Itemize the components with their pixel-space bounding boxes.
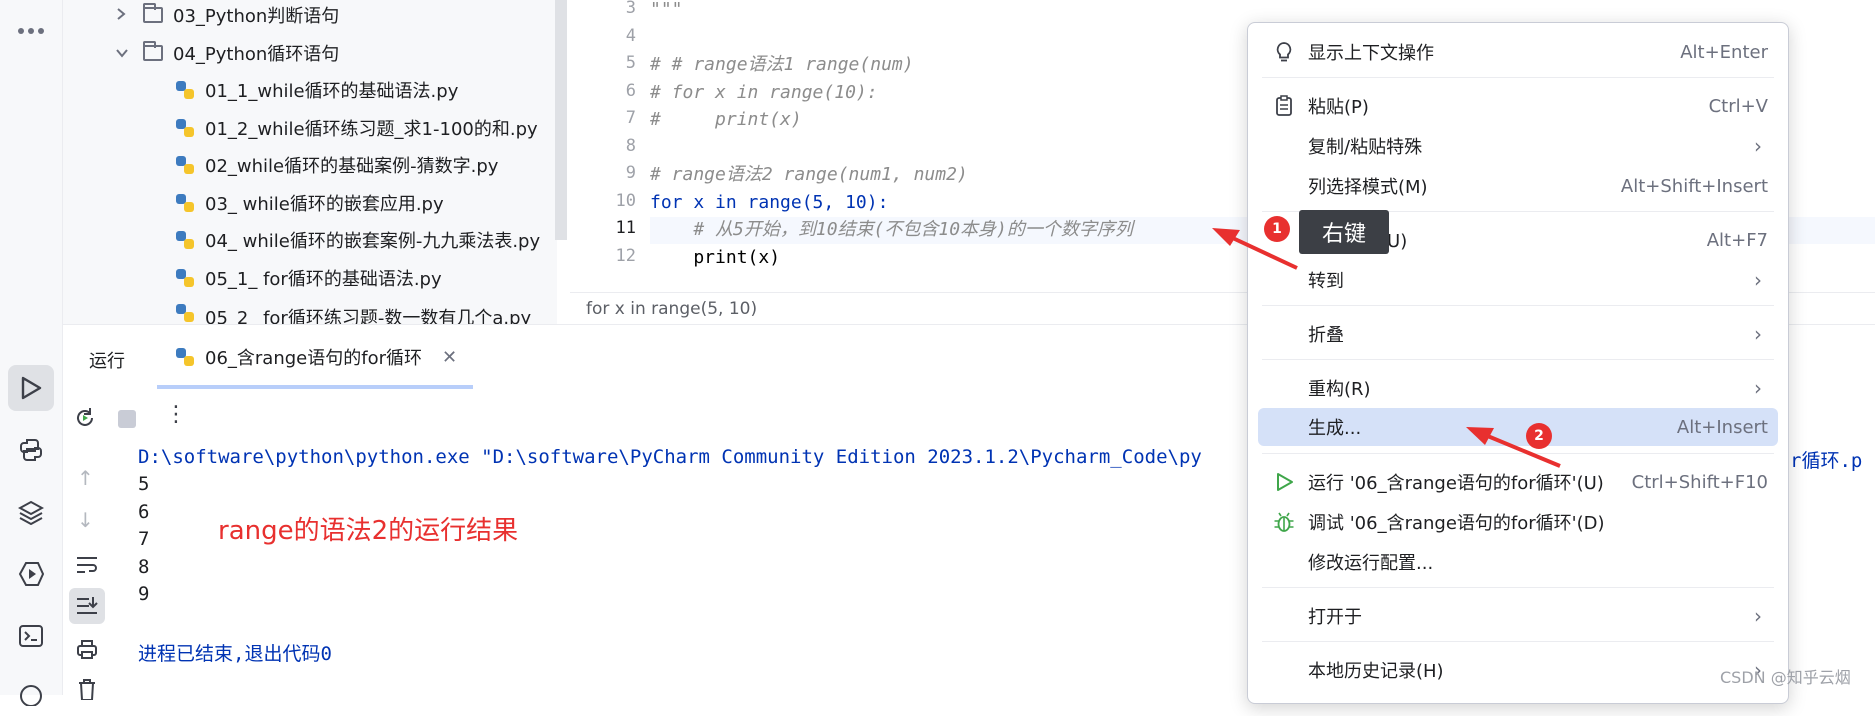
- annotation-tooltip: 右键: [1299, 210, 1389, 254]
- annotation-badge: 1: [1264, 216, 1290, 242]
- annotation-note: range的语法2的运行结果: [218, 516, 519, 546]
- watermark: CSDN @知乎云烟: [1720, 668, 1851, 687]
- annotation-badge: 2: [1526, 423, 1552, 449]
- annotation-arrows: [1212, 228, 1561, 468]
